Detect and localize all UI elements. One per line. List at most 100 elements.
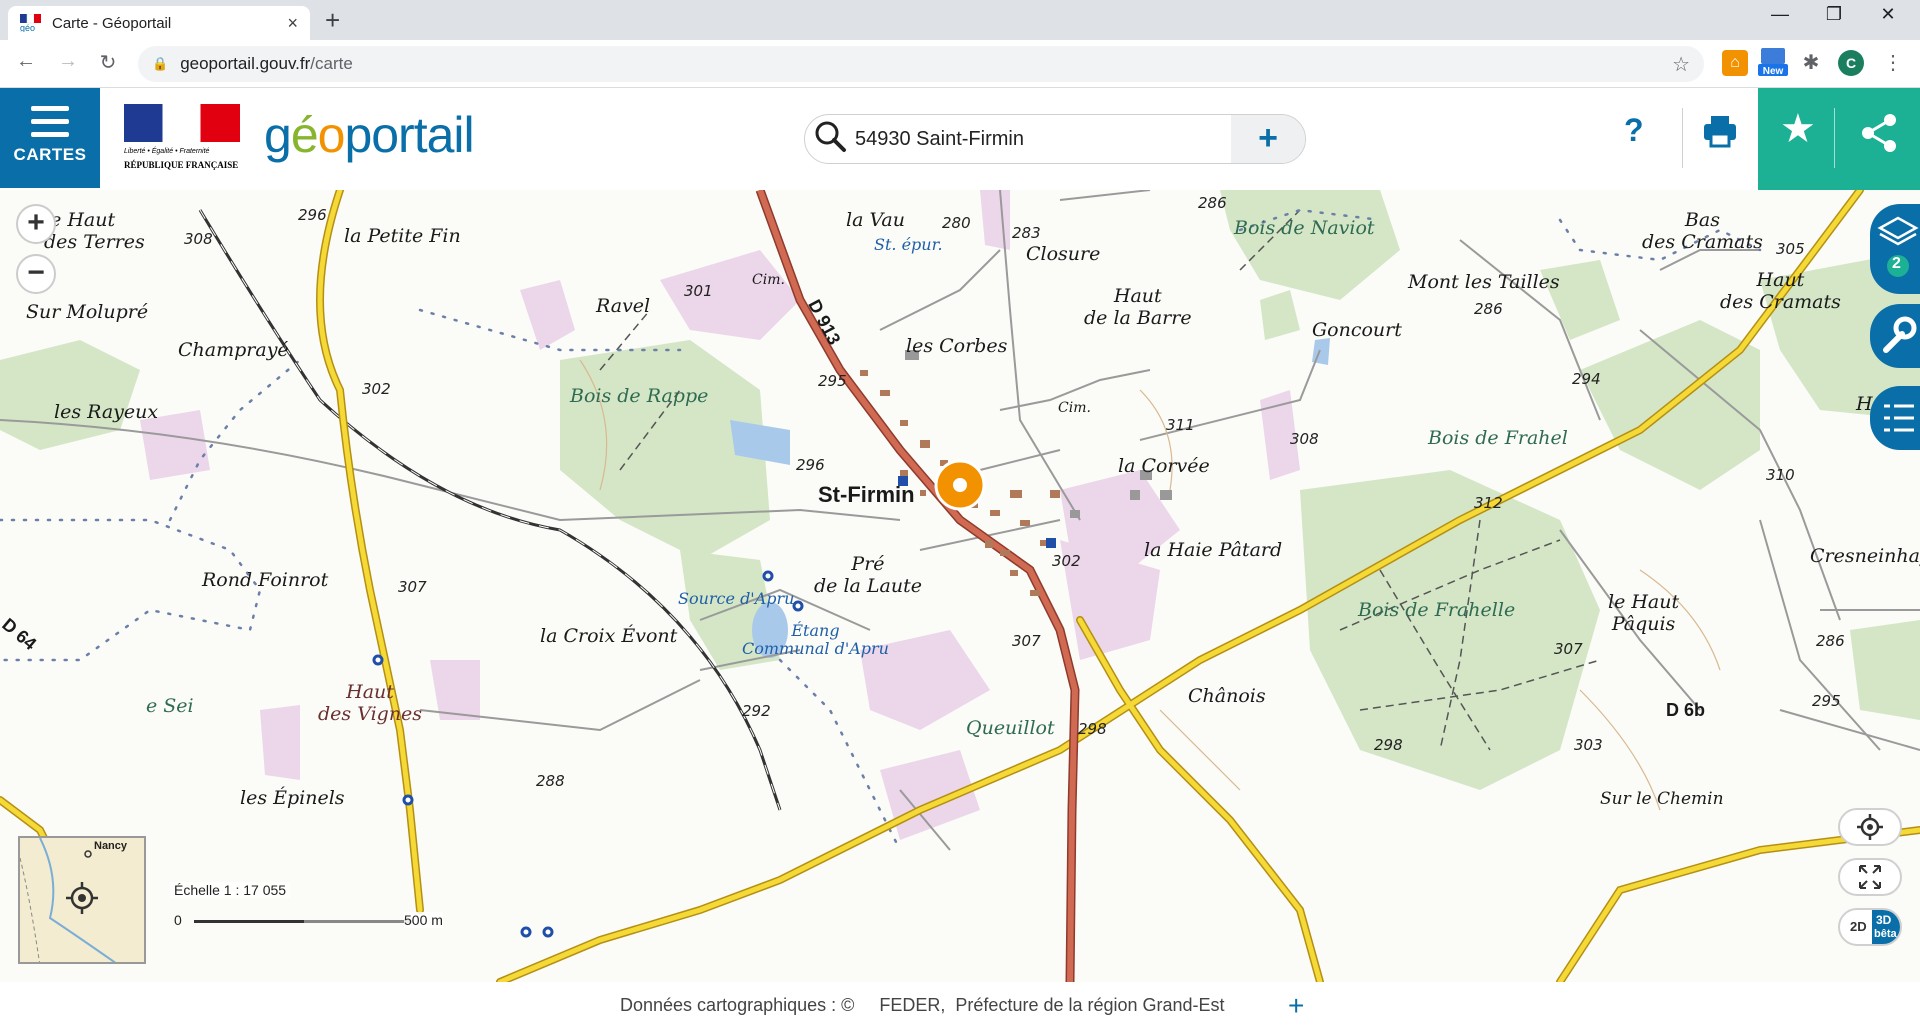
back-icon[interactable]: ←: [12, 50, 40, 73]
overview-minimap[interactable]: Nancy: [18, 836, 146, 964]
place-bas-des-cramats: Bas des Cramats: [1642, 209, 1763, 253]
profile-avatar[interactable]: C: [1838, 50, 1864, 76]
toggle-2d-3d-button[interactable]: 2D 3D bêta: [1838, 908, 1902, 946]
place-bois-de-rappe: Bois de Rappe: [570, 385, 709, 407]
fullscreen-button[interactable]: [1838, 858, 1902, 896]
cartes-menu-button[interactable]: CARTES: [0, 88, 100, 188]
cartes-label: CARTES: [13, 145, 87, 164]
altitude-label: 298: [1078, 720, 1107, 738]
close-window-button[interactable]: ✕: [1868, 4, 1908, 25]
zoom-out-button[interactable]: −: [16, 254, 56, 294]
place-la-petite-fin: la Petite Fin: [344, 225, 461, 247]
bookmark-star-icon[interactable]: ☆: [1672, 52, 1690, 77]
map-canvas[interactable]: le Haut des Terres la Petite Fin la Vau …: [0, 190, 1920, 982]
hamburger-icon: [31, 106, 69, 137]
extensions-puzzle-icon[interactable]: ✱: [1798, 50, 1824, 76]
lock-icon: 🔒: [152, 56, 169, 71]
minimize-button[interactable]: —: [1760, 4, 1800, 25]
altitude-label: 312: [1474, 494, 1503, 512]
tab-title: Carte - Géoportail: [52, 14, 172, 32]
place-le-haut-paquis: le Haut Pâquis: [1608, 591, 1680, 635]
print-icon[interactable]: [1700, 110, 1740, 150]
logo-rest: portail: [344, 107, 474, 163]
altitude-label: 310: [1766, 466, 1795, 484]
scale-end: 500 m: [404, 912, 443, 928]
location-marker-icon: [934, 459, 986, 511]
place-les-corbes: les Corbes: [906, 335, 1008, 357]
place-le-haut-des-terres: le Haut des Terres: [44, 209, 145, 254]
place-bois-de-frahel: Bois de Frahel: [1428, 427, 1568, 449]
browser-tab[interactable]: géo Carte - Géoportail ×: [8, 6, 310, 40]
legend-tab[interactable]: [1870, 386, 1920, 450]
address-bar[interactable]: 🔒 geoportail.gouv.fr/carte ☆: [138, 46, 1704, 82]
altitude-label: 286: [1198, 194, 1227, 212]
altitude-label: 311: [1166, 416, 1195, 434]
extension-new-icon[interactable]: New: [1758, 46, 1788, 78]
help-button[interactable]: ?: [1624, 112, 1644, 149]
altitude-label: 302: [1052, 552, 1081, 570]
altitude-label: 298: [1374, 736, 1403, 754]
republique-francaise-logo[interactable]: Liberté • Égalité • Fraternité RÉPUBLIQU…: [124, 104, 242, 176]
place-queuillot: Queuillot: [966, 717, 1055, 739]
crosshair-icon: [1857, 814, 1883, 840]
search-input[interactable]: 54930 Saint-Firmin: [855, 128, 1231, 151]
share-icon[interactable]: [1854, 108, 1904, 158]
reload-icon[interactable]: ↻: [94, 50, 122, 75]
scale-bar: 0 500 m: [170, 912, 460, 932]
browser-tabbar: géo Carte - Géoportail × + — ❐ ✕: [0, 0, 1920, 40]
chrome-menu-icon[interactable]: ⋮: [1880, 50, 1906, 76]
place-le-sei: e Sei: [146, 695, 194, 717]
place-sur-molupre: Sur Molupré: [26, 301, 149, 323]
list-icon: [1884, 404, 1914, 432]
altitude-label: 308: [1290, 430, 1319, 448]
expand-icon: [1859, 865, 1881, 889]
altitude-label: 296: [298, 206, 327, 224]
layers-tab[interactable]: 2: [1870, 204, 1920, 294]
maximize-button[interactable]: ❐: [1814, 4, 1854, 25]
attribution-bar: Données cartographiques : © FEDER, Préfe…: [0, 982, 1920, 1030]
logo-o: o: [317, 107, 346, 163]
zoom-in-button[interactable]: +: [16, 204, 56, 244]
geoportail-favicon-icon: géo: [20, 13, 42, 33]
altitude-label: 301: [684, 282, 713, 300]
svg-text:géo: géo: [20, 23, 35, 32]
geoportail-header: CARTES Liberté • Égalité • Fraternité RÉ…: [0, 88, 1920, 190]
place-chanois: Chânois: [1188, 685, 1266, 707]
place-pre-de-la-laute: Pré de la Laute: [814, 553, 922, 597]
altitude-label: 294: [1572, 370, 1601, 388]
place-cim-2: Cim.: [1058, 400, 1091, 416]
teal-divider: [1834, 108, 1835, 168]
geolocate-button[interactable]: [1838, 808, 1902, 846]
tools-tab[interactable]: [1870, 304, 1920, 368]
label: le Haut des Terres: [44, 209, 145, 253]
attribution-expand-button[interactable]: +: [1288, 990, 1304, 1022]
forward-icon[interactable]: →: [54, 50, 82, 73]
search-options-button[interactable]: +: [1231, 115, 1305, 163]
tab-close-icon[interactable]: ×: [287, 13, 298, 34]
rf-motto: Liberté • Égalité • Fraternité: [124, 148, 210, 155]
place-cresneinhay: Cresneinhay: [1810, 545, 1920, 567]
search-icon[interactable]: [805, 119, 855, 160]
place-la-haie-patard: la Haie Pâtard: [1144, 539, 1283, 561]
wrench-icon: [1883, 316, 1917, 353]
altitude-label: 303: [1574, 736, 1603, 754]
scale-label: Échelle 1 : 17 055: [170, 882, 291, 898]
place-etang-communal: Étang Communal d'Apru: [742, 621, 889, 659]
marianne-flag-icon: [124, 104, 240, 142]
new-tab-button[interactable]: +: [325, 6, 340, 34]
place-champraye: Champrayé: [178, 339, 289, 361]
attribution-text: Données cartographiques : © FEDER, Préfe…: [620, 995, 1225, 1015]
search-bar[interactable]: 54930 Saint-Firmin +: [804, 114, 1306, 164]
logo-e: é: [290, 107, 319, 163]
altitude-label: 280: [942, 214, 971, 232]
url-domain: geoportail.gouv.fr: [180, 54, 311, 73]
favorites-star-icon[interactable]: ★: [1780, 106, 1816, 152]
label-2d: 2D: [1850, 919, 1867, 934]
layers-icon: [1877, 216, 1919, 277]
place-st-epur: St. épur.: [874, 235, 943, 254]
header-divider: [1682, 108, 1683, 168]
altitude-label: 292: [742, 702, 771, 720]
geoportail-logo[interactable]: géoportail: [264, 106, 475, 164]
place-rond-foinrot: Rond Foinrot: [202, 569, 329, 591]
extension-bag-icon[interactable]: ⌂: [1722, 50, 1748, 76]
